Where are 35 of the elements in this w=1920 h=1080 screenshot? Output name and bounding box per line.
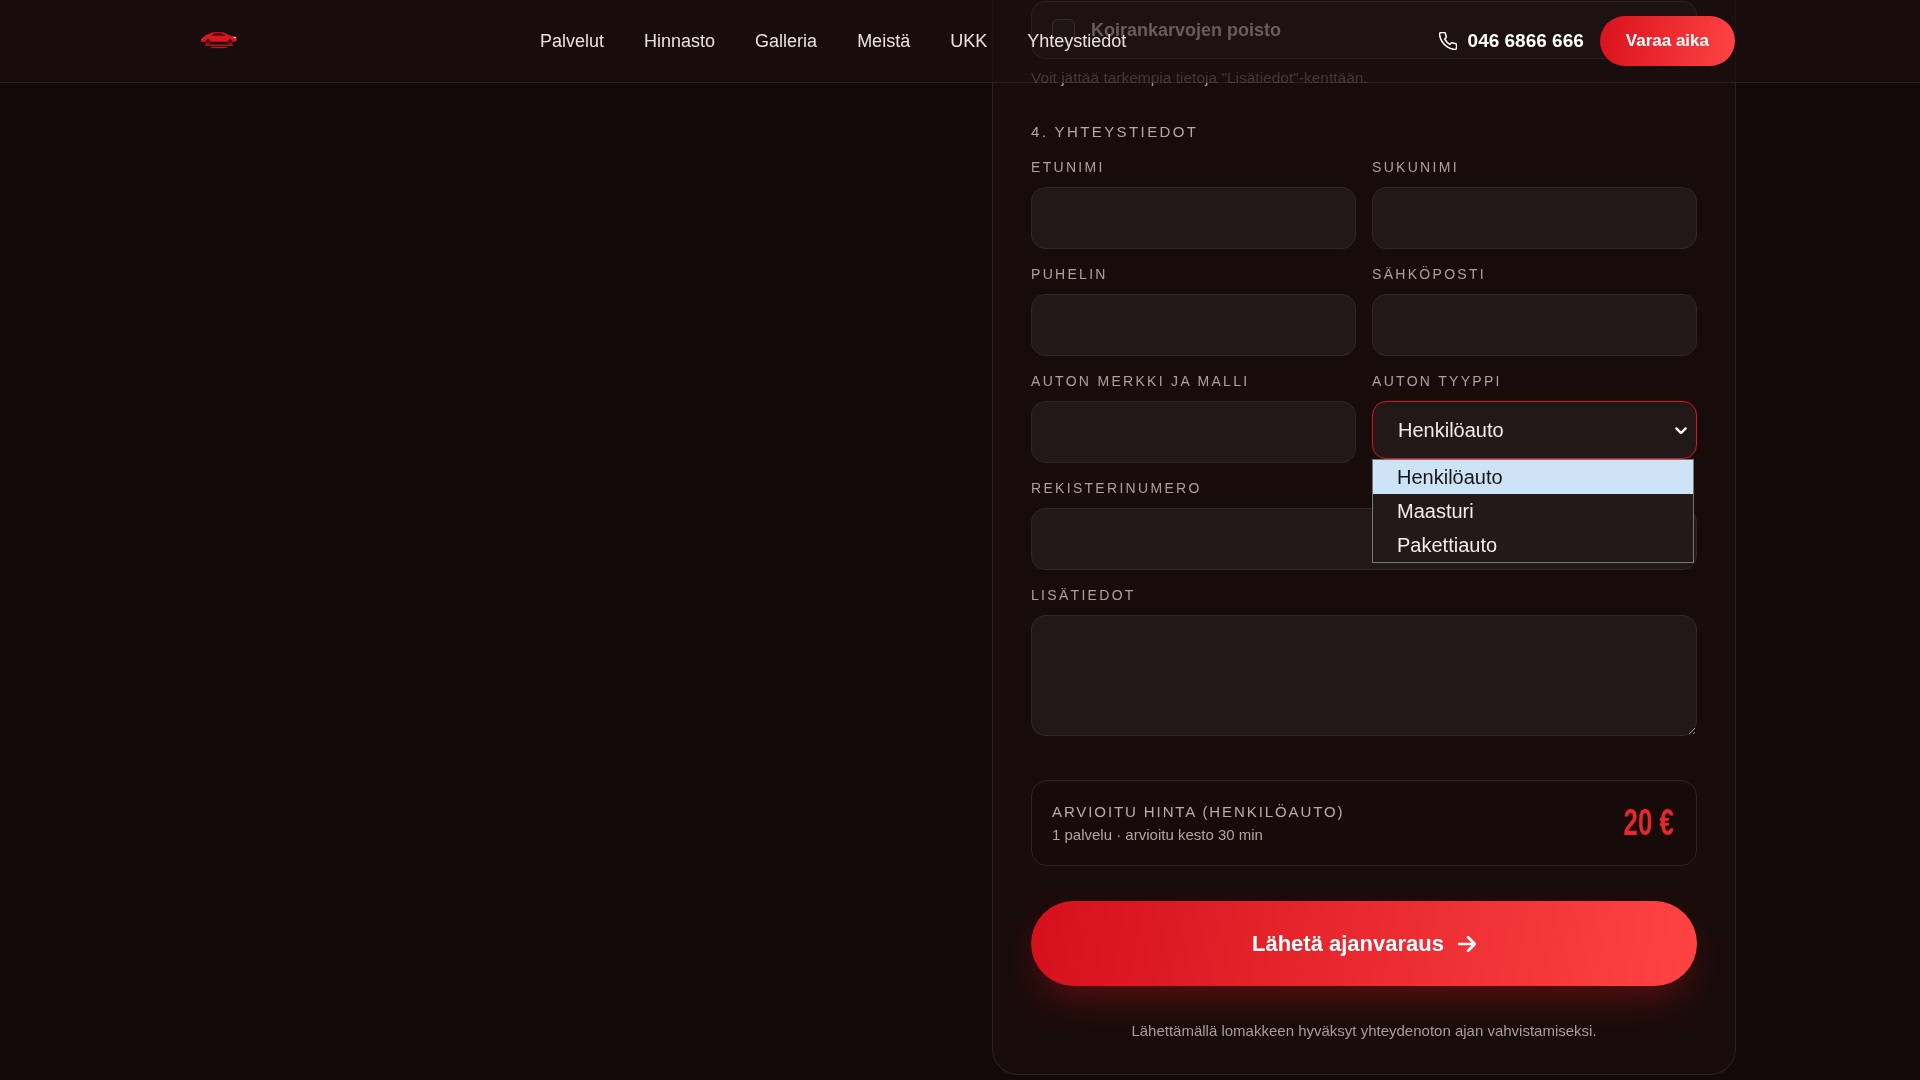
nav-link[interactable]: Palvelut xyxy=(540,30,605,52)
chevron-down-icon xyxy=(1675,426,1687,434)
field-label: AUTON TYYPPI xyxy=(1372,373,1502,389)
price-amount: 20 € xyxy=(1623,804,1674,842)
dropdown-option[interactable]: Maasturi xyxy=(1373,494,1693,528)
textarea-field[interactable] xyxy=(1031,615,1697,736)
field-label: AUTON MERKKI JA MALLI xyxy=(1031,373,1250,389)
price-details: 1 palvelu · arvioitu kesto 30 min xyxy=(1052,824,1263,845)
arrow-right-icon xyxy=(1458,935,1476,952)
input-field[interactable] xyxy=(1372,187,1697,249)
field-label: PUHELIN xyxy=(1031,266,1108,282)
price-label: ARVIOITU HINTA (HENKILÖAUTO) xyxy=(1052,801,1345,822)
field-label: SÄHKÖPOSTI xyxy=(1372,266,1487,282)
dropdown-select[interactable]: Henkilöauto xyxy=(1372,401,1697,459)
consent-note: Lähettämällä lomakkeen hyväksyt yhteydenoton ajan vahvistamiseksi. xyxy=(1131,1022,1597,1039)
input-field[interactable] xyxy=(1031,294,1356,356)
dropdown-option[interactable]: Henkilöauto xyxy=(1373,460,1693,494)
nav-link[interactable]: UKK xyxy=(950,30,988,52)
phone-link[interactable]: 046 6866 666 xyxy=(1438,30,1584,52)
section-heading: 4. YHTEYSTIEDOT xyxy=(1031,123,1199,140)
book-button[interactable]: Varaa aika xyxy=(1599,16,1735,66)
submit-button[interactable]: Lähetä ajanvaraus xyxy=(1031,901,1697,986)
input-field[interactable] xyxy=(1372,294,1697,356)
car-logo-icon[interactable] xyxy=(200,31,238,49)
nav-link[interactable]: Hinnasto xyxy=(644,30,716,52)
dropdown-option[interactable]: Pakettiauto xyxy=(1373,528,1693,562)
input-field[interactable] xyxy=(1031,401,1356,463)
phone-icon xyxy=(1438,32,1457,50)
field-label: LISÄTIEDOT xyxy=(1031,587,1136,603)
field-label: REKISTERINUMERO xyxy=(1031,480,1202,496)
nav-link[interactable]: Galleria xyxy=(755,30,818,52)
input-field[interactable] xyxy=(1031,187,1356,249)
nav-link[interactable]: Meistä xyxy=(857,30,911,52)
field-label: SUKUNIMI xyxy=(1372,159,1459,175)
field-label: ETUNIMI xyxy=(1031,159,1105,175)
